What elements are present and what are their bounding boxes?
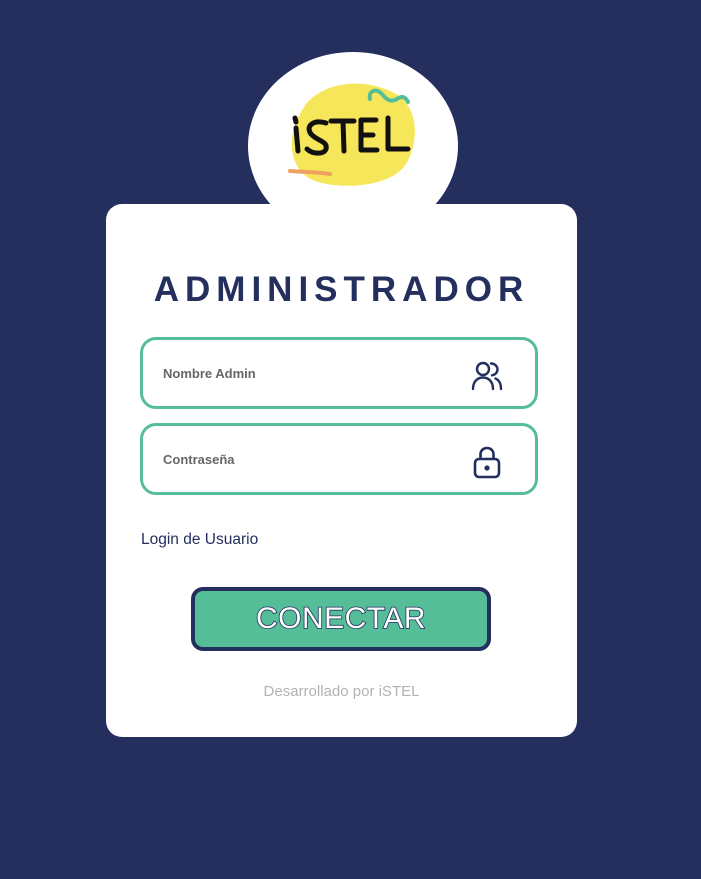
password-field[interactable] bbox=[140, 423, 538, 495]
username-input[interactable] bbox=[163, 340, 463, 406]
footer-credit: Desarrollado por iSTEL bbox=[263, 683, 420, 700]
page-title: ADMINISTRADOR bbox=[153, 270, 530, 309]
username-field[interactable] bbox=[140, 337, 538, 409]
login-card: ADMINISTRADOR Login de Usuario CONECTAR … bbox=[106, 204, 577, 737]
lock-icon bbox=[473, 446, 501, 479]
logo-badge bbox=[248, 52, 458, 240]
password-input[interactable] bbox=[163, 426, 463, 492]
login-page: ADMINISTRADOR Login de Usuario CONECTAR … bbox=[0, 0, 701, 879]
user-login-link[interactable]: Login de Usuario bbox=[141, 531, 258, 549]
istel-logo bbox=[288, 83, 415, 186]
connect-button[interactable]: CONECTAR bbox=[191, 587, 491, 651]
users-icon bbox=[471, 361, 503, 391]
